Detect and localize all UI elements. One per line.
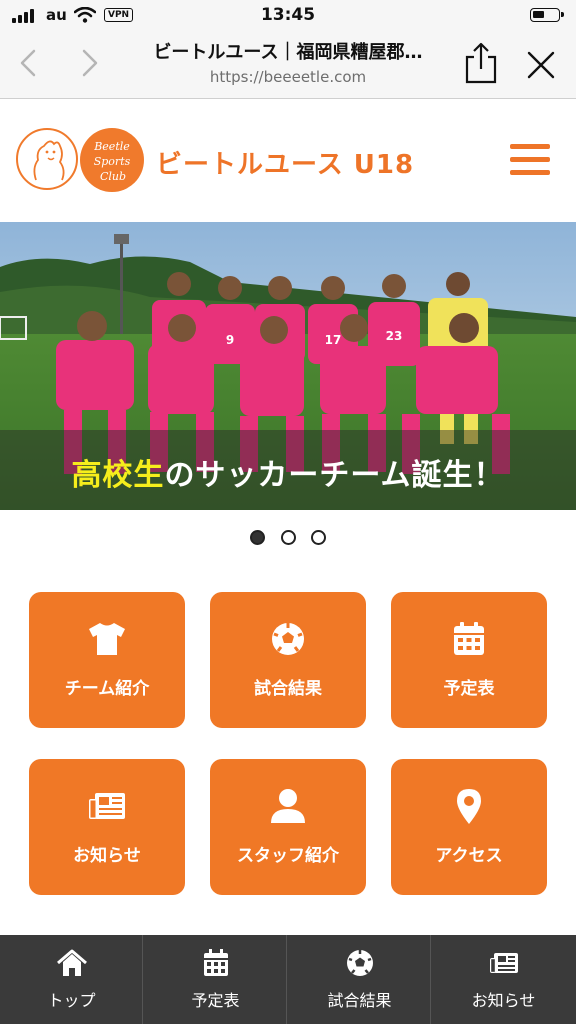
jersey-number: 23 xyxy=(386,329,403,343)
tab-label: お知らせ xyxy=(471,991,536,1010)
logo-text-club: Club xyxy=(100,170,126,183)
site-title[interactable]: ビートルユース U18 xyxy=(156,144,414,181)
soccer-ball-icon xyxy=(272,623,304,655)
menu-tile-label: スタッフ紹介 xyxy=(237,846,339,866)
browser-toolbar: ビートルユース｜福岡県糟屋郡… https://beeeetle.com xyxy=(0,30,576,99)
tab-label: 試合結果 xyxy=(327,991,392,1010)
tab-label: トップ xyxy=(47,991,96,1010)
menu-tile-news[interactable]: お知らせ xyxy=(29,759,185,895)
logo-text-beetle: Beetle xyxy=(93,140,130,153)
calendar-icon xyxy=(204,949,228,976)
site-header: Beetle Sports Club ビートルユース U18 xyxy=(0,100,576,222)
menu-tile-label: お知らせ xyxy=(73,846,141,866)
caption-highlight: 高校生 xyxy=(71,458,165,493)
tab-schedule[interactable]: 予定表 xyxy=(144,935,287,1024)
tab-results[interactable]: 試合結果 xyxy=(288,935,431,1024)
map-pin-icon xyxy=(457,789,481,824)
menu-tile-staff[interactable]: スタッフ紹介 xyxy=(210,759,366,895)
calendar-icon xyxy=(454,622,484,655)
menu-tile-schedule[interactable]: 予定表 xyxy=(391,592,547,728)
menu-tile-label: 予定表 xyxy=(443,679,495,699)
tab-news[interactable]: お知らせ xyxy=(432,935,575,1024)
browser-url[interactable]: https://beeeetle.com xyxy=(128,68,448,86)
logo-text-sports: Sports xyxy=(94,155,131,168)
home-icon xyxy=(57,949,87,976)
sports-club-logo[interactable]: Beetle Sports Club xyxy=(80,128,144,192)
menu-tile-label: 試合結果 xyxy=(254,679,322,699)
bottom-tab-bar: トップ 予定表 試合結果 お知らせ xyxy=(0,935,576,1024)
user-icon xyxy=(271,789,305,823)
soccer-ball-icon xyxy=(347,950,373,976)
jersey-number: 9 xyxy=(226,333,234,347)
menu-tile-access[interactable]: アクセス xyxy=(391,759,547,895)
jersey-number: 17 xyxy=(325,333,342,347)
hero-slider[interactable]: 9 17 23 高校生のサッカーチーム誕生！ xyxy=(0,222,576,510)
menu-tile-results[interactable]: 試合結果 xyxy=(210,592,366,728)
hamburger-menu-icon[interactable] xyxy=(510,144,550,176)
browser-page-title: ビートルユース｜福岡県糟屋郡… xyxy=(153,42,423,63)
newspaper-icon xyxy=(89,793,125,819)
menu-tile-label: チーム紹介 xyxy=(64,679,150,699)
battery-icon xyxy=(530,8,564,22)
slide-dot[interactable] xyxy=(310,530,326,545)
tshirt-icon xyxy=(89,623,125,655)
caption-rest: のサッカーチーム誕生！ xyxy=(164,458,505,493)
share-icon[interactable] xyxy=(464,42,498,84)
newspaper-icon xyxy=(490,953,518,973)
status-bar: au VPN 13:45 xyxy=(0,0,576,30)
slide-dot[interactable] xyxy=(280,530,296,545)
mascot-logo[interactable] xyxy=(16,128,78,190)
forward-arrow-icon[interactable] xyxy=(76,48,104,78)
hero-caption: 高校生のサッカーチーム誕生！ xyxy=(0,450,576,494)
status-time: 13:45 xyxy=(260,5,316,25)
tab-top[interactable]: トップ xyxy=(0,935,143,1024)
tab-label: 予定表 xyxy=(191,991,240,1010)
slide-dot[interactable] xyxy=(250,530,266,545)
slider-pagination xyxy=(0,530,576,550)
menu-tile-team[interactable]: チーム紹介 xyxy=(29,592,185,728)
menu-tile-label: アクセス xyxy=(435,846,503,866)
back-arrow-icon[interactable] xyxy=(14,48,42,78)
close-icon[interactable] xyxy=(526,50,556,80)
